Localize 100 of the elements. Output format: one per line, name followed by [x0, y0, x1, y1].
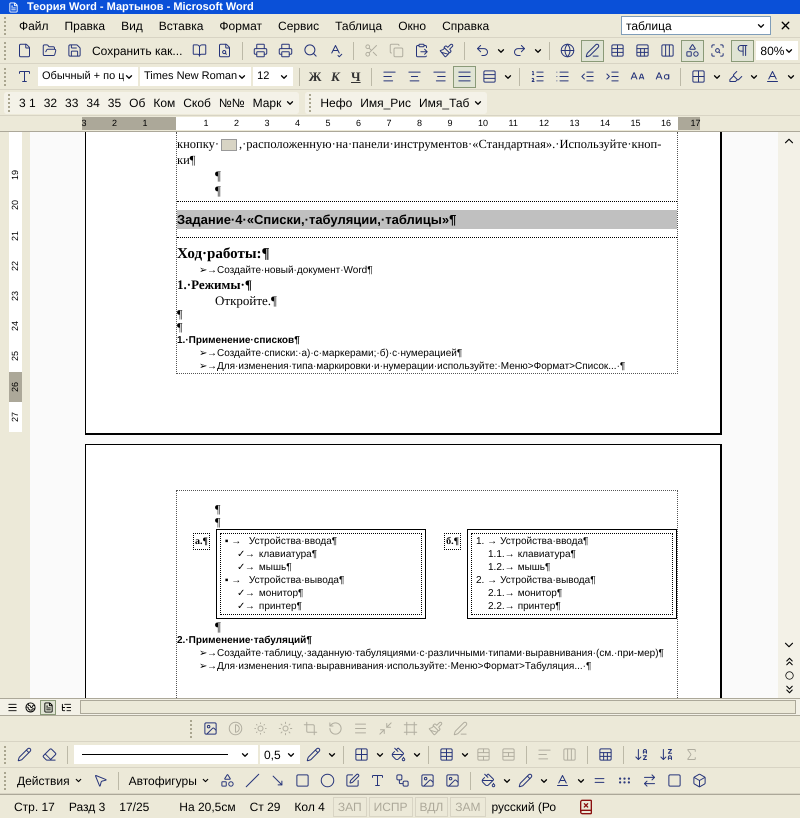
list-marker: 1. → [476, 535, 498, 548]
style-button[interactable]: Скоб [179, 94, 215, 112]
italic-button[interactable]: К [326, 66, 345, 86]
ruler-number: 27 [10, 412, 20, 422]
toolbar-grip[interactable] [4, 746, 7, 764]
caret-icon[interactable] [200, 776, 210, 785]
style-button[interactable]: Нефо [316, 94, 356, 112]
list-item: Устройства·ввода¶ [248, 535, 338, 548]
menu-item[interactable]: Справка [434, 16, 498, 34]
font-field[interactable]: Times New Roman [140, 67, 252, 86]
justify-icon[interactable] [453, 66, 476, 88]
list-item: Устройства·ввода¶ [500, 535, 588, 548]
style-button[interactable]: Имя_Рис [356, 94, 416, 112]
ruler-number: 24 [10, 321, 20, 332]
ruler-number: 5 [326, 117, 331, 130]
list-marker: ▪ → [224, 535, 242, 548]
list-item: принтер¶ [518, 600, 561, 613]
ruler-number: 1 [204, 117, 209, 130]
list-marker: 2.2.→ [488, 600, 516, 613]
horizontal-ruler[interactable]: 3 2 1 1 2 3 4 5 6 7 8 9 10 11 12 13 14 15 16 17 [82, 117, 700, 130]
style-button[interactable]: 3 1 [15, 94, 40, 112]
list-item: принтер¶ [258, 600, 302, 613]
menu-item[interactable]: Вид [113, 16, 151, 34]
style-button[interactable]: Имя_Таб [415, 94, 474, 112]
actions-menu-button[interactable]: Действия [13, 772, 87, 790]
paragraph-text: ¶ [214, 183, 222, 198]
status-field: 17/25 [113, 798, 156, 816]
bullet-marker: ➢→ [199, 347, 217, 360]
bold-button[interactable]: Ж [306, 66, 324, 86]
menu-item[interactable]: Правка [56, 16, 114, 34]
font-size-field[interactable]: 12 [253, 67, 293, 86]
list-marker: ✓→ [236, 587, 256, 600]
underline-button[interactable]: Ч [346, 66, 365, 86]
list-item: мышь¶ [518, 561, 550, 574]
bullet-marker: ➢→ [199, 660, 217, 673]
style-button[interactable]: 35 [104, 94, 126, 112]
ruler-number: 21 [10, 230, 20, 241]
section-heading: 2.·Применение·табуляций¶ [177, 634, 313, 647]
task-heading: Задание·4·«Списки,·табуляции,·таблицы»¶ [177, 210, 677, 229]
ruler-number: 2 [234, 117, 240, 130]
toolbar-grip[interactable] [8, 94, 11, 112]
tables-and-borders-icon[interactable] [581, 40, 604, 62]
list-marker: 2. → [476, 574, 498, 587]
caret-icon[interactable] [74, 776, 83, 785]
list-marker: ▪ → [224, 574, 242, 587]
vertical-ruler[interactable]: 19 20 21 22 23 24 25 26 27 [8, 132, 22, 432]
help-search-field[interactable]: таблица [621, 16, 771, 35]
style-button[interactable]: 34 [82, 94, 104, 112]
ruler-number: 3 [82, 117, 87, 130]
toolbar-grip[interactable] [4, 16, 7, 34]
ruler-number: 11 [508, 117, 518, 130]
style-field[interactable]: Обычный + по ц [38, 67, 138, 86]
paragraph-mark: ¶ [177, 308, 184, 321]
ruler-number: 3 [264, 117, 270, 130]
bullet-marker: ➢→ [199, 264, 217, 277]
ruler-number: 12 [539, 117, 550, 130]
toolbar-grip[interactable] [190, 720, 193, 738]
style-button[interactable]: Марк [248, 94, 286, 112]
bullet-text: Для·изменения·типа·маркировки·и·нумерации·используйте:·Меню>Формат>Список...·¶ [217, 360, 626, 373]
close-icon[interactable] [779, 19, 792, 32]
bullet-marker: ➢→ [199, 360, 217, 373]
ruler-number: 10 [478, 117, 488, 130]
style-button[interactable]: 33 [61, 94, 82, 112]
list-marker: ✓→ [236, 548, 256, 561]
toolbar-grip[interactable] [4, 42, 7, 60]
menu-item[interactable]: Файл [11, 16, 57, 34]
vertical-scrollbar[interactable] [778, 132, 800, 698]
style-button[interactable]: Об [125, 94, 150, 112]
toolbar-grip[interactable] [4, 68, 7, 86]
toolbar-grip[interactable] [4, 772, 7, 790]
horizontal-scrollbar[interactable] [80, 700, 796, 714]
window-title: Теория Word - Мартынов - Microsoft Word [27, 1, 254, 13]
ruler-number: 16 [661, 117, 672, 130]
menu-item[interactable]: Вставка [150, 16, 212, 34]
toolbar-grip[interactable] [309, 94, 312, 112]
list-item: монитор¶ [518, 587, 562, 600]
status-field: Кол 4 [288, 798, 331, 816]
line-style-field[interactable] [74, 745, 258, 764]
bullet-text: Создайте·таблицу,·заданную·табуляциями·с·различными·типами·выравнивания·(см.·при-мер)¶ [217, 647, 664, 660]
style-button[interactable]: Ком [149, 94, 180, 112]
spelling-status-icon[interactable] [578, 798, 594, 814]
ruler-number: 2 [112, 117, 118, 130]
save-as-button[interactable]: Сохранить как... [88, 42, 186, 60]
formatting-marks-icon[interactable] [731, 40, 754, 62]
zoom-field[interactable]: 80% [756, 41, 798, 60]
menu-item[interactable]: Окно [390, 16, 434, 34]
browse-object-icon[interactable] [784, 671, 794, 680]
menu-item[interactable]: Сервис [270, 16, 328, 34]
autoshapes-menu-button[interactable]: Автофигуры [124, 772, 214, 790]
paragraph-text: кнопку· ,·расположенную·на·панели·инструментов·«Стандартная».·Используйте·кноп-ки¶ [177, 136, 662, 168]
style-button[interactable]: 32 [40, 94, 62, 112]
drawing-icon[interactable] [681, 40, 704, 62]
style-button[interactable]: №№ [214, 94, 249, 112]
list-label: б.¶ [444, 533, 461, 550]
list-item: клавиатура¶ [518, 548, 576, 561]
ruler-number: 6 [356, 117, 362, 130]
menu-item[interactable]: Таблица [327, 16, 390, 34]
paragraph-text: ¶ [214, 619, 222, 634]
line-weight-field[interactable]: 0,5 [260, 745, 300, 764]
menu-item[interactable]: Формат [211, 16, 270, 34]
